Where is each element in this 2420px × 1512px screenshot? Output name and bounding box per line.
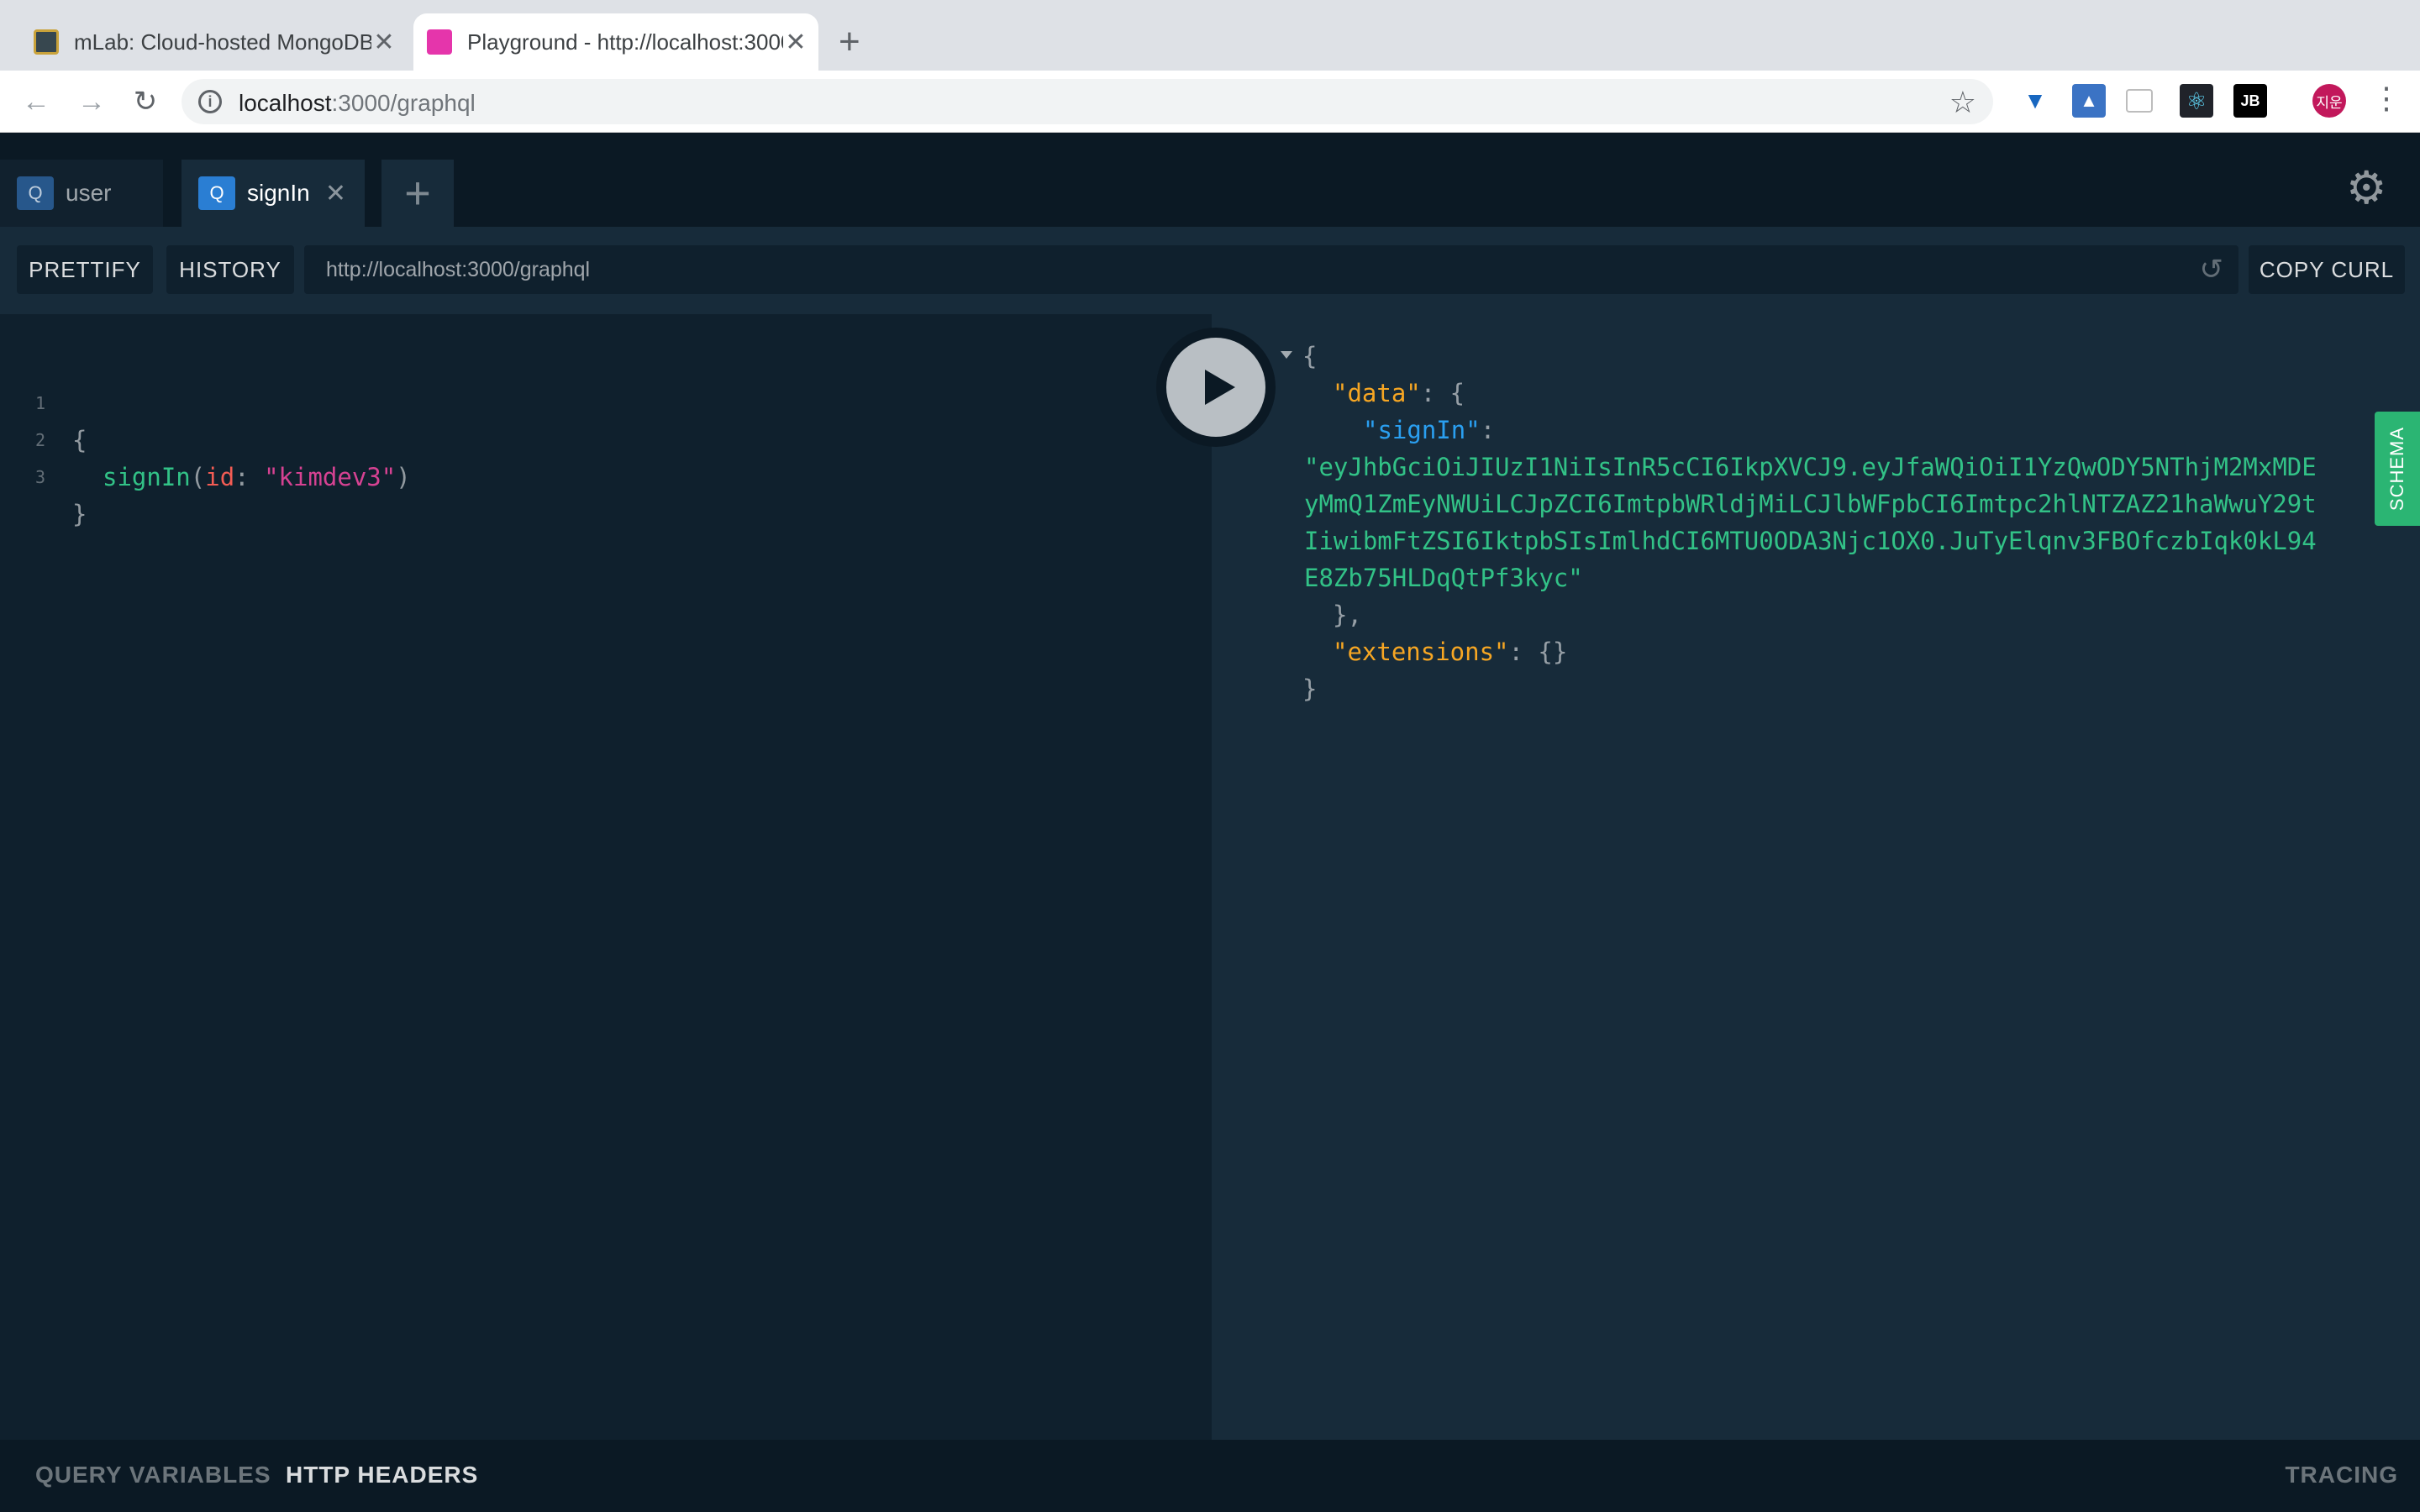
editor-line: 1 { [0,348,87,454]
browser-tab-playground[interactable]: Playground - http://localhost:3000/graph… [413,13,818,71]
browser-tabstrip: mLab: Cloud-hosted MongoDB ✕ Playground … [0,0,2420,71]
endpoint-url: http://localhost:3000/graphql [326,258,591,281]
site-info-icon[interactable]: i [198,90,222,113]
bookmark-star-icon[interactable]: ☆ [1949,85,1976,120]
code-string-value: "kimdev3" [264,463,397,491]
bottom-panel-bar: QUERY VARIABLES HTTP HEADERS TRACING [0,1440,2420,1512]
playground-tab-label: user [66,180,112,206]
editor-line: 2 signIn(id: "kimdev3") [0,385,411,491]
editor-line: 3 } [0,422,87,528]
browser-tab-title: mLab: Cloud-hosted MongoDB [74,29,371,55]
copy-curl-button[interactable]: COPY CURL [2249,245,2405,294]
tracing-tab[interactable]: TRACING [2285,1462,2398,1488]
json-punctuation: : {} [1508,638,1568,666]
code-paren: ( [190,463,206,491]
token-line: "eyJhbGciOiJIUzI1NiIsInR5cCI6IkpXVCJ9.ey… [1304,453,2317,481]
code-function-name: signIn [103,463,191,491]
new-tab-button[interactable]: + [839,22,860,62]
url-host: localhost [239,90,332,116]
playground-tab-user[interactable]: Q user [0,160,163,227]
browser-tab-mlab[interactable]: mLab: Cloud-hosted MongoDB ✕ [20,13,407,71]
browser-toolbar: ← → ↻ i localhost:3000/graphql ☆ [0,71,2420,133]
schema-label: SCHEMA [2386,426,2407,512]
run-query-button[interactable] [1156,328,1276,447]
react-devtools-icon[interactable]: ⚛ [2180,84,2213,118]
json-key-extensions: "extensions" [1333,638,1509,666]
endpoint-input[interactable]: http://localhost:3000/graphql ↺ [304,245,2238,294]
playground-tab-signin[interactable]: Q signIn ✕ [182,160,365,227]
browser-tab-title: Playground - http://localhost:3000/graph… [467,29,783,55]
close-icon[interactable]: ✕ [325,179,346,208]
back-arrow-icon[interactable]: ← [13,79,59,124]
collapse-caret-icon[interactable] [1281,351,1292,359]
code-query-field: signIn(id: "kimdev3") [103,459,411,496]
playground-toolbar: PRETTIFY HISTORY http://localhost:3000/g… [0,227,2420,314]
token-line: IiwibmFtZSI6IktpbSIsImlhdCI6MTU0ODA3Njc1… [1304,527,2317,555]
code-argument: id [205,463,235,491]
gear-icon[interactable]: ⚙ [2346,161,2386,214]
screenshot-icon[interactable] [2126,89,2153,113]
json-key-signin: "signIn" [1363,416,1481,444]
reload-icon[interactable]: ↻ [123,79,168,124]
history-button[interactable]: HISTORY [166,245,294,294]
schema-tab[interactable]: SCHEMA [2375,412,2420,526]
line-number: 3 [34,467,45,487]
json-punctuation: : { [1420,379,1465,407]
token-line: yMmQ1ZmEyNWUiLCJpZCI6ImtpbWRldjMiLCJlbWF… [1304,490,2317,518]
chrome-menu-icon[interactable]: ⋮ [2371,81,2402,116]
reset-endpoint-icon[interactable]: ↺ [2200,245,2224,294]
address-url[interactable]: localhost:3000/graphql [239,90,476,117]
token-line: E8Zb75HLDqQtPf3kyc" [1304,564,1583,592]
profile-avatar[interactable]: 지운 [2312,84,2346,118]
playground-tab-label: signIn [247,180,310,206]
code-close-brace: } [72,500,87,528]
mlab-favicon-icon [34,29,59,55]
result-line: }, [1333,601,1362,629]
query-badge: Q [198,176,235,210]
json-punctuation: : [1480,416,1496,444]
result-line: "signIn": [1363,412,1495,449]
json-key-data: "data" [1333,379,1421,407]
jetbrains-icon[interactable]: JB [2233,84,2267,118]
query-editor[interactable]: 1 { 2 signIn(id: "kimdev3") 3 } [0,314,1212,1440]
result-line: { [1302,342,1318,370]
play-icon [1166,338,1265,437]
address-bar[interactable]: i localhost:3000/graphql ☆ [182,79,1993,124]
graphql-favicon-icon [427,29,452,55]
result-line: } [1302,675,1318,703]
code-paren: ) [396,463,411,491]
close-icon[interactable]: ✕ [371,28,397,57]
forward-arrow-icon[interactable]: → [69,79,114,124]
add-tab-button[interactable]: + [381,160,454,227]
result-line: "data": { [1333,375,1465,412]
query-badge: Q [17,176,54,210]
result-viewer: { "data": { "signIn": "eyJhbGciOiJIUzI1N… [1212,314,2420,1440]
code-open-brace: { [72,426,87,454]
playground-header: Q user Q signIn ✕ + ⚙ [0,133,2420,227]
url-path: :3000/graphql [331,90,476,116]
result-line: "extensions": {} [1333,633,1567,670]
code-colon: : [234,463,265,491]
vuetify-icon[interactable]: ▼ [2018,84,2052,118]
prettify-button[interactable]: PRETTIFY [17,245,153,294]
close-icon[interactable]: ✕ [783,28,808,57]
http-headers-tab[interactable]: HTTP HEADERS [286,1462,478,1488]
slides-icon[interactable]: ▲ [2072,84,2106,118]
query-variables-tab[interactable]: QUERY VARIABLES [35,1462,271,1488]
